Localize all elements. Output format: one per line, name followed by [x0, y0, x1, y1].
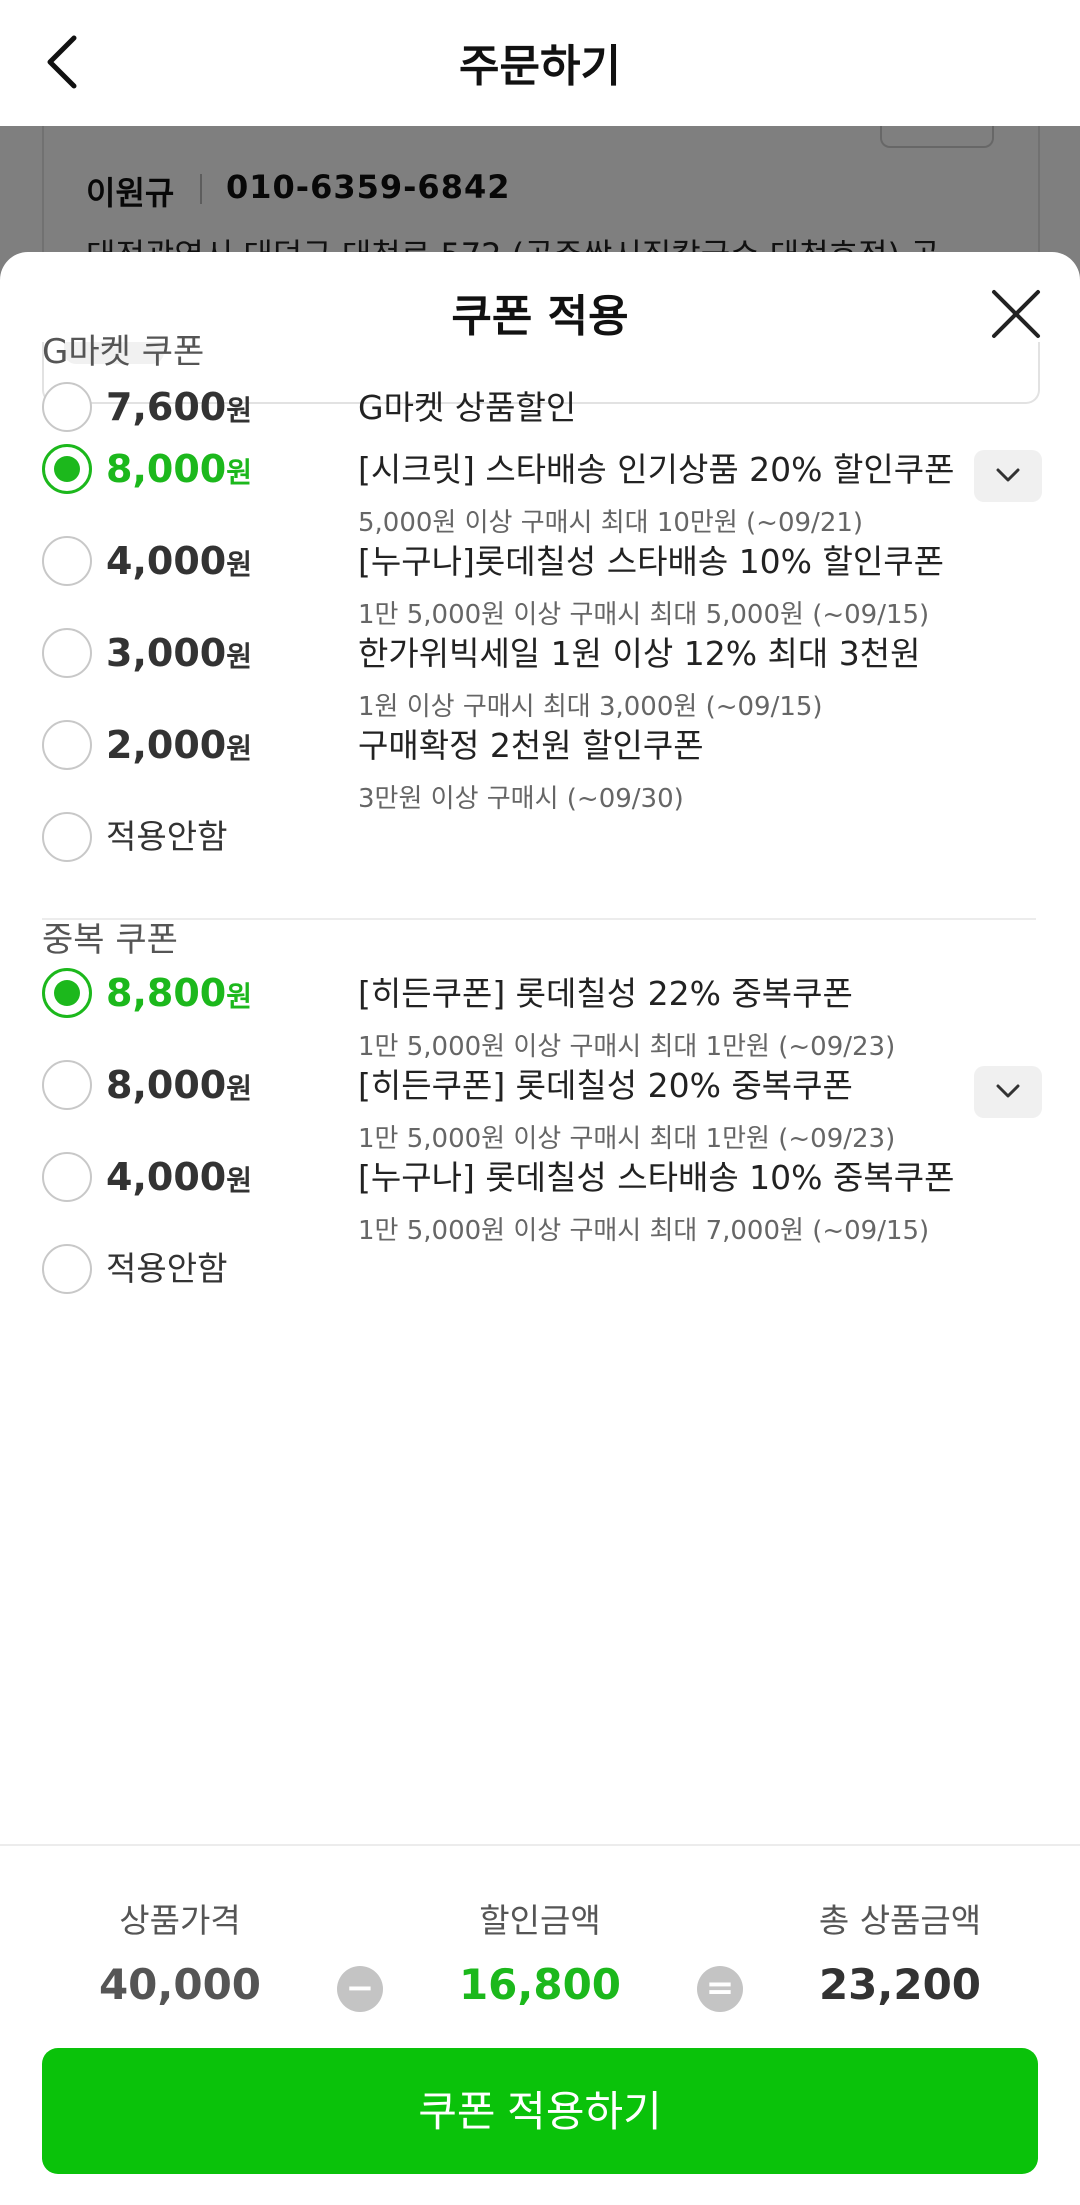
radio-button[interactable] [42, 628, 92, 678]
coupon-condition: 1만 5,000원 이상 구매시 최대 5,000원 (~09/15) [358, 600, 930, 630]
radio-button[interactable] [42, 1060, 92, 1110]
coupon-amount: 4,000원 [106, 539, 252, 583]
radio-button-selected[interactable] [42, 968, 92, 1018]
gmarket-coupon-title: G마켓 쿠폰 [42, 332, 205, 372]
total-value: 23,200 [818, 1960, 982, 2009]
coupon-name: [히든쿠폰] 롯데칠성 22% 중복쿠폰 [358, 974, 853, 1013]
coupon-amount: 8,800원 [106, 971, 252, 1015]
radio-button[interactable] [42, 382, 92, 432]
coupon-name: [시크릿] 스타배송 인기상품 20% 할인쿠폰 [358, 450, 955, 489]
coupon-condition: 1만 5,000원 이상 구매시 최대 1만원 (~09/23) [358, 1032, 896, 1062]
page-title: 주문하기 [459, 41, 621, 92]
discount-value: 16,800 [458, 1960, 622, 2009]
radio-button[interactable] [42, 720, 92, 770]
coupon-name: [히든쿠폰] 롯데칠성 20% 중복쿠폰 [358, 1066, 853, 1105]
none-label: 적용안함 [106, 1249, 228, 1288]
coupon-amount: 8,000원 [106, 447, 252, 491]
duplicate-coupon-title: 중복 쿠폰 [42, 920, 178, 960]
coupon-name: 한가위빅세일 1원 이상 12% 최대 3천원 [358, 634, 921, 673]
coupon-condition: 1만 5,000원 이상 구매시 최대 1만원 (~09/23) [358, 1124, 896, 1154]
coupon-condition: 1원 이상 구매시 최대 3,000원 (~09/15) [358, 692, 823, 722]
coupon-name: G마켓 상품할인 [358, 388, 577, 427]
coupon-name: 구매확정 2천원 할인쿠폰 [358, 726, 704, 765]
radio-button[interactable] [42, 536, 92, 586]
radio-button[interactable] [42, 1152, 92, 1202]
coupon-sheet: 쿠폰 적용 G마켓 쿠폰 7,600원 G마켓 상품할인 8,000원 [시크릿… [0, 252, 1080, 2205]
product-price-label: 상품가격 [119, 1901, 241, 1940]
discount-amount: 할인금액 16,800 [390, 1894, 690, 2009]
expand-button[interactable] [974, 450, 1042, 502]
coupon-name: [누구나] 롯데칠성 스타배송 10% 중복쿠폰 [358, 1158, 955, 1197]
discount-label: 할인금액 [479, 1901, 601, 1940]
close-icon[interactable] [990, 288, 1042, 340]
section-divider [42, 918, 1036, 920]
total-label: 총 상품금액 [818, 1901, 982, 1940]
chevron-down-icon [996, 468, 1020, 482]
radio-button[interactable] [42, 1244, 92, 1294]
none-label: 적용안함 [106, 817, 228, 856]
product-price: 상품가격 40,000 [30, 1894, 330, 2009]
price-summary: 상품가격 40,000 − 할인금액 16,800 = 총 상품금액 23,20… [0, 1844, 1080, 2205]
total-amount: 총 상품금액 23,200 [750, 1894, 1050, 2009]
coupon-amount: 8,000원 [106, 1063, 252, 1107]
radio-button-selected[interactable] [42, 444, 92, 494]
radio-button[interactable] [42, 812, 92, 862]
apply-coupon-button[interactable]: 쿠폰 적용하기 [42, 2048, 1038, 2174]
coupon-amount: 3,000원 [106, 631, 252, 675]
chevron-down-icon [996, 1084, 1020, 1098]
product-price-value: 40,000 [98, 1960, 262, 2009]
coupon-condition: 5,000원 이상 구매시 최대 10만원 (~09/21) [358, 508, 864, 538]
coupon-amount: 4,000원 [106, 1155, 252, 1199]
coupon-amount: 7,600원 [106, 385, 252, 429]
coupon-condition: 1만 5,000원 이상 구매시 최대 7,000원 (~09/15) [358, 1216, 930, 1246]
coupon-row-none[interactable]: 적용안함 [0, 1244, 1080, 1354]
equals-icon: = [697, 1966, 743, 2012]
coupon-amount: 2,000원 [106, 723, 252, 767]
coupon-name: [누구나]롯데칠성 스타배송 10% 할인쿠폰 [358, 542, 944, 581]
expand-button[interactable] [974, 1066, 1042, 1118]
top-bar: 주문하기 [0, 0, 1080, 126]
coupon-condition: 3만원 이상 구매시 (~09/30) [358, 784, 684, 814]
coupon-row-none[interactable]: 적용안함 [0, 812, 1080, 922]
minus-icon: − [337, 1966, 383, 2012]
